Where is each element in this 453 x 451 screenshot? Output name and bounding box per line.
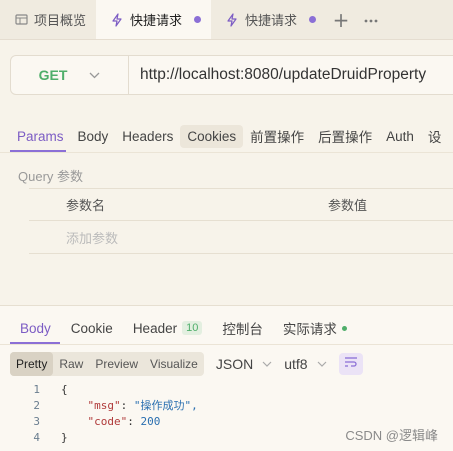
watermark: CSDN @逻辑峰 bbox=[345, 428, 438, 443]
encoding-select[interactable]: utf8 bbox=[284, 356, 326, 372]
tab-settings[interactable]: 设 bbox=[421, 122, 449, 150]
resp-tab-label: 实际请求 bbox=[282, 322, 337, 337]
tab-label: 快捷请求 bbox=[245, 14, 298, 29]
code-text: "code": 200 bbox=[87, 414, 161, 428]
code-line: 2 "msg": "操作成功", bbox=[0, 397, 453, 413]
tab-post-script[interactable]: 后置操作 bbox=[311, 122, 379, 150]
add-tab-button[interactable]: + bbox=[326, 0, 356, 39]
json-key: "code" bbox=[87, 414, 128, 428]
chevron-down-icon bbox=[262, 358, 272, 370]
lightning-icon bbox=[225, 12, 239, 27]
json-value: "操作成功", bbox=[133, 399, 198, 412]
encoding-label: utf8 bbox=[284, 355, 308, 372]
tab-auth[interactable]: Auth bbox=[379, 125, 421, 148]
chevron-down-icon bbox=[317, 358, 327, 370]
tab-cookies[interactable]: Cookies bbox=[180, 124, 244, 148]
url-input[interactable]: http://localhost:8080/updateDruidPropert… bbox=[129, 66, 426, 84]
resp-tab-cookie[interactable]: Cookie bbox=[61, 317, 123, 340]
query-params-label: Query 参数 bbox=[18, 169, 84, 184]
code-text: { bbox=[61, 382, 68, 396]
resp-tab-body[interactable]: Body bbox=[10, 317, 61, 340]
lightning-icon bbox=[110, 12, 124, 27]
header-count-badge: 10 bbox=[182, 321, 203, 335]
params-header-row: 参数名 参数值 bbox=[29, 188, 453, 221]
method-select[interactable]: GET bbox=[11, 56, 129, 94]
resp-tab-label: Body bbox=[20, 320, 51, 336]
divider bbox=[0, 152, 453, 153]
resp-tab-console[interactable]: 控制台 bbox=[212, 314, 273, 342]
tab-headers[interactable]: Headers bbox=[115, 125, 180, 148]
method-label: GET bbox=[38, 67, 68, 83]
resp-tab-label: 控制台 bbox=[222, 322, 263, 337]
more-icon bbox=[364, 12, 378, 27]
line-number: 4 bbox=[33, 430, 40, 444]
format-toolbar: Pretty Raw Preview Visualize JSON utf8 bbox=[10, 351, 363, 376]
format-type-label: JSON bbox=[215, 355, 254, 372]
params-table: 参数名 参数值 添加参数 bbox=[29, 188, 453, 254]
tab-label: 项目概览 bbox=[34, 14, 87, 29]
response-tabs: Body Cookie Header 10 控制台 实际请求 bbox=[10, 314, 357, 342]
tab-bar: 项目概览 快捷请求 快捷请求 + bbox=[0, 0, 453, 40]
tab-pre-script[interactable]: 前置操作 bbox=[243, 122, 311, 150]
line-number: 1 bbox=[33, 382, 40, 396]
resp-tab-label: Cookie bbox=[70, 320, 113, 336]
line-number: 2 bbox=[33, 398, 40, 412]
preview-button[interactable]: Preview bbox=[89, 352, 144, 376]
chevron-down-icon bbox=[89, 68, 100, 82]
tab-params[interactable]: Params bbox=[10, 125, 71, 148]
code-text: "msg": "操作成功", bbox=[87, 399, 198, 412]
col-name-header: 参数名 bbox=[66, 199, 106, 214]
wrap-lines-button[interactable] bbox=[338, 352, 363, 375]
view-mode-group: Pretty Raw Preview Visualize bbox=[10, 351, 204, 376]
status-dot bbox=[341, 325, 347, 331]
resp-tab-actual-request[interactable]: 实际请求 bbox=[273, 314, 357, 342]
add-param-placeholder[interactable]: 添加参数 bbox=[29, 228, 118, 247]
resp-tab-label: Header bbox=[132, 320, 178, 336]
divider bbox=[0, 344, 453, 345]
wrap-lines-icon bbox=[344, 356, 358, 372]
table-icon bbox=[14, 13, 28, 27]
unsaved-dot bbox=[194, 16, 202, 23]
format-type-select[interactable]: JSON bbox=[216, 356, 272, 372]
resp-tab-header[interactable]: Header 10 bbox=[123, 317, 213, 340]
tab-project-overview[interactable]: 项目概览 bbox=[0, 0, 96, 39]
pretty-button[interactable]: Pretty bbox=[10, 351, 54, 376]
code-text: } bbox=[61, 430, 68, 444]
tab-label: 快捷请求 bbox=[130, 14, 183, 29]
tab-body[interactable]: Body bbox=[71, 125, 116, 148]
add-param-row[interactable]: 添加参数 bbox=[29, 221, 453, 254]
url-bar: GET http://localhost:8080/updateDruidPro… bbox=[10, 55, 453, 95]
json-key: "msg" bbox=[87, 399, 121, 412]
code-line: 1 { bbox=[0, 381, 453, 397]
request-tabs: Params Body Headers Cookies 前置操作 后置操作 Au… bbox=[10, 120, 448, 152]
unsaved-dot bbox=[309, 16, 317, 23]
tab-quick-request-1[interactable]: 快捷请求 bbox=[96, 0, 212, 39]
col-value-header: 参数值 bbox=[328, 199, 368, 214]
raw-button[interactable]: Raw bbox=[53, 352, 89, 376]
json-value: 200 bbox=[140, 414, 161, 428]
tab-quick-request-2[interactable]: 快捷请求 bbox=[211, 0, 326, 39]
line-number: 3 bbox=[33, 414, 40, 428]
more-tabs-button[interactable] bbox=[356, 0, 386, 39]
visualize-button[interactable]: Visualize bbox=[144, 352, 204, 376]
